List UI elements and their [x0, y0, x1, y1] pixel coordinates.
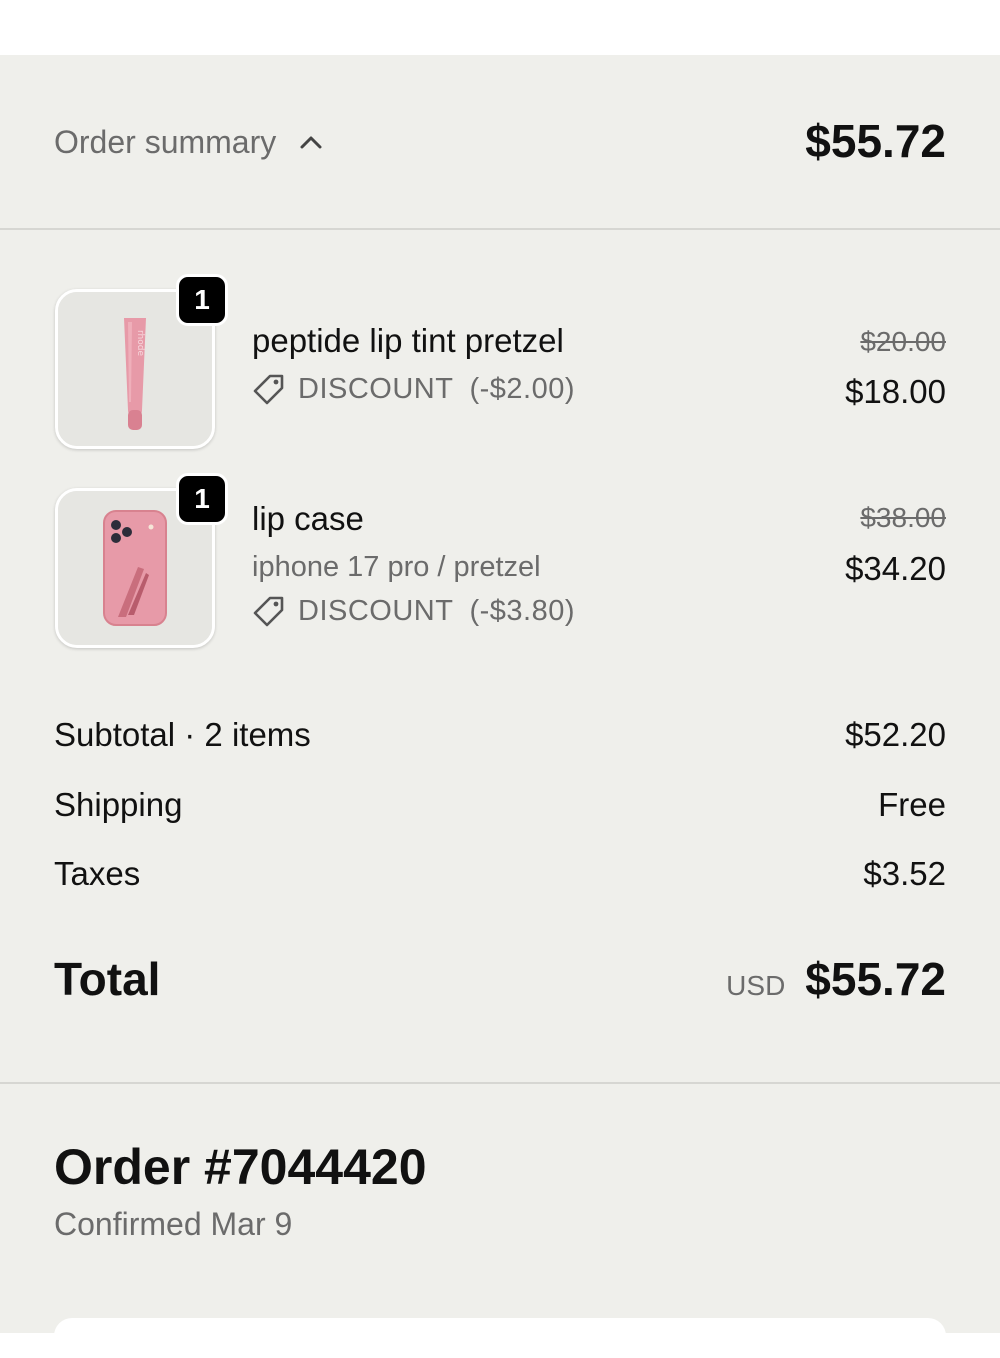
order-summary-label: Order summary	[54, 123, 277, 160]
discount-amount: (-$3.80)	[469, 594, 575, 627]
shipping-label: Shipping	[54, 786, 183, 823]
item-discount: DISCOUNT (-$3.80)	[252, 594, 575, 628]
subtotal-label: Subtotal · 2 items	[54, 716, 311, 753]
taxes-label: Taxes	[54, 855, 141, 892]
total-amount-group: USD $55.72	[726, 952, 946, 1006]
next-card	[54, 1318, 946, 1358]
discount-amount: (-$2.00)	[469, 372, 575, 405]
total-value: $55.72	[805, 953, 946, 1005]
order-summary-toggle[interactable]: Order summary	[54, 120, 324, 164]
tag-icon	[253, 374, 284, 405]
subtotal-value: $52.20	[845, 716, 946, 753]
order-confirmed-date: Confirmed Mar 9	[54, 1206, 293, 1242]
order-divider	[0, 1082, 1000, 1084]
item-price: $18.00	[845, 373, 946, 410]
discount-label: DISCOUNT	[298, 594, 454, 627]
item-name: lip case	[252, 500, 364, 537]
original-price: $38.00	[860, 502, 946, 533]
item-price: $34.20	[845, 550, 946, 587]
taxes-value: $3.52	[863, 855, 946, 892]
item-discount: DISCOUNT (-$2.00)	[252, 372, 575, 406]
original-price: $20.00	[860, 326, 946, 357]
product-wordmark: rhode	[135, 330, 145, 356]
currency-code: USD	[726, 970, 786, 1001]
tag-icon	[253, 596, 284, 627]
order-summary-total: $55.72	[805, 115, 946, 167]
shipping-value: Free	[878, 786, 946, 823]
item-name: peptide lip tint pretzel	[252, 322, 564, 359]
quantity-badge: 1	[176, 473, 228, 525]
item-variant: iphone 17 pro / pretzel	[252, 551, 541, 583]
total-label: Total	[54, 953, 161, 1005]
order-number-title: Order #7044420	[54, 1139, 427, 1195]
chevron-up-icon	[300, 136, 322, 149]
summary-divider	[0, 228, 1000, 230]
quantity-badge: 1	[176, 274, 228, 326]
discount-label: DISCOUNT	[298, 372, 454, 405]
